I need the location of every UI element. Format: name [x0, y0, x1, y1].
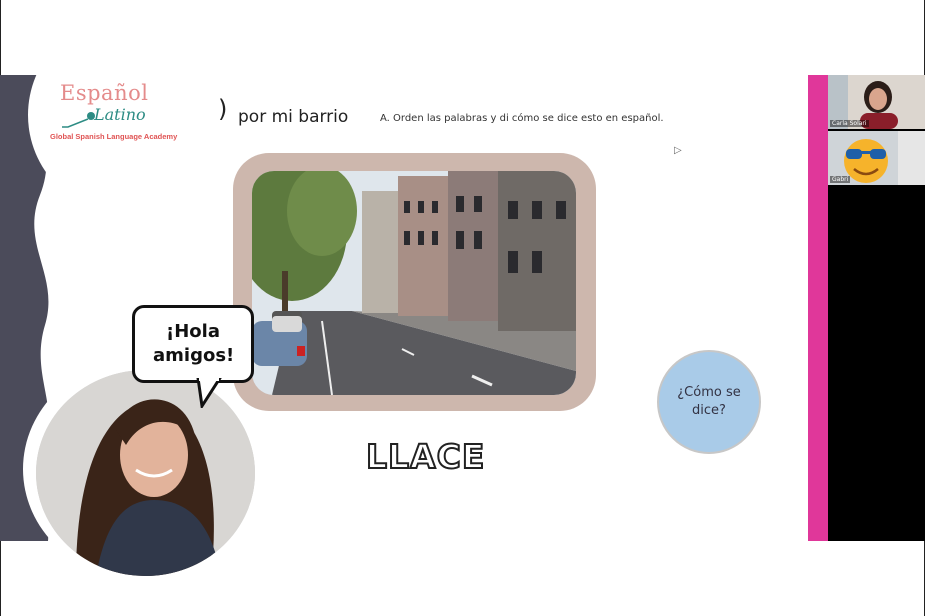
academy-logo: Español Latino Global Spanish Language A…	[50, 77, 220, 147]
speech-bubble: ¡Hola amigos!	[132, 305, 254, 383]
mouse-cursor-icon: ▷	[674, 145, 682, 156]
logo-subtitle: Global Spanish Language Academy	[50, 132, 178, 141]
logo-latino: Latino	[94, 105, 146, 124]
participant-tile-2[interactable]: Gabri	[828, 131, 925, 185]
instruction-text: A. Orden las palabras y di cómo se dice …	[380, 113, 664, 124]
top-letterbox	[0, 0, 925, 75]
participant-tile-1[interactable]: Carla Solari	[828, 75, 925, 129]
speech-bubble-text: ¡Hola amigos!	[153, 321, 235, 366]
scrambled-word: LLACE	[365, 436, 486, 477]
como-se-dice-bubble: ¿Cómo se dice?	[657, 350, 761, 454]
participant-name: Carla Solari	[830, 120, 869, 127]
microphone-icon	[62, 112, 95, 128]
accent-bar	[808, 75, 828, 541]
como-se-dice-text: ¿Cómo se dice?	[677, 385, 741, 418]
street-scene-image	[252, 171, 576, 395]
logo-title: Español	[60, 81, 149, 105]
participant-name: Gabri	[830, 176, 851, 183]
street-photo	[252, 171, 576, 395]
title-paren: )	[218, 95, 228, 123]
speech-bubble-tail	[196, 378, 222, 408]
slide-title: por mi barrio	[238, 107, 349, 127]
